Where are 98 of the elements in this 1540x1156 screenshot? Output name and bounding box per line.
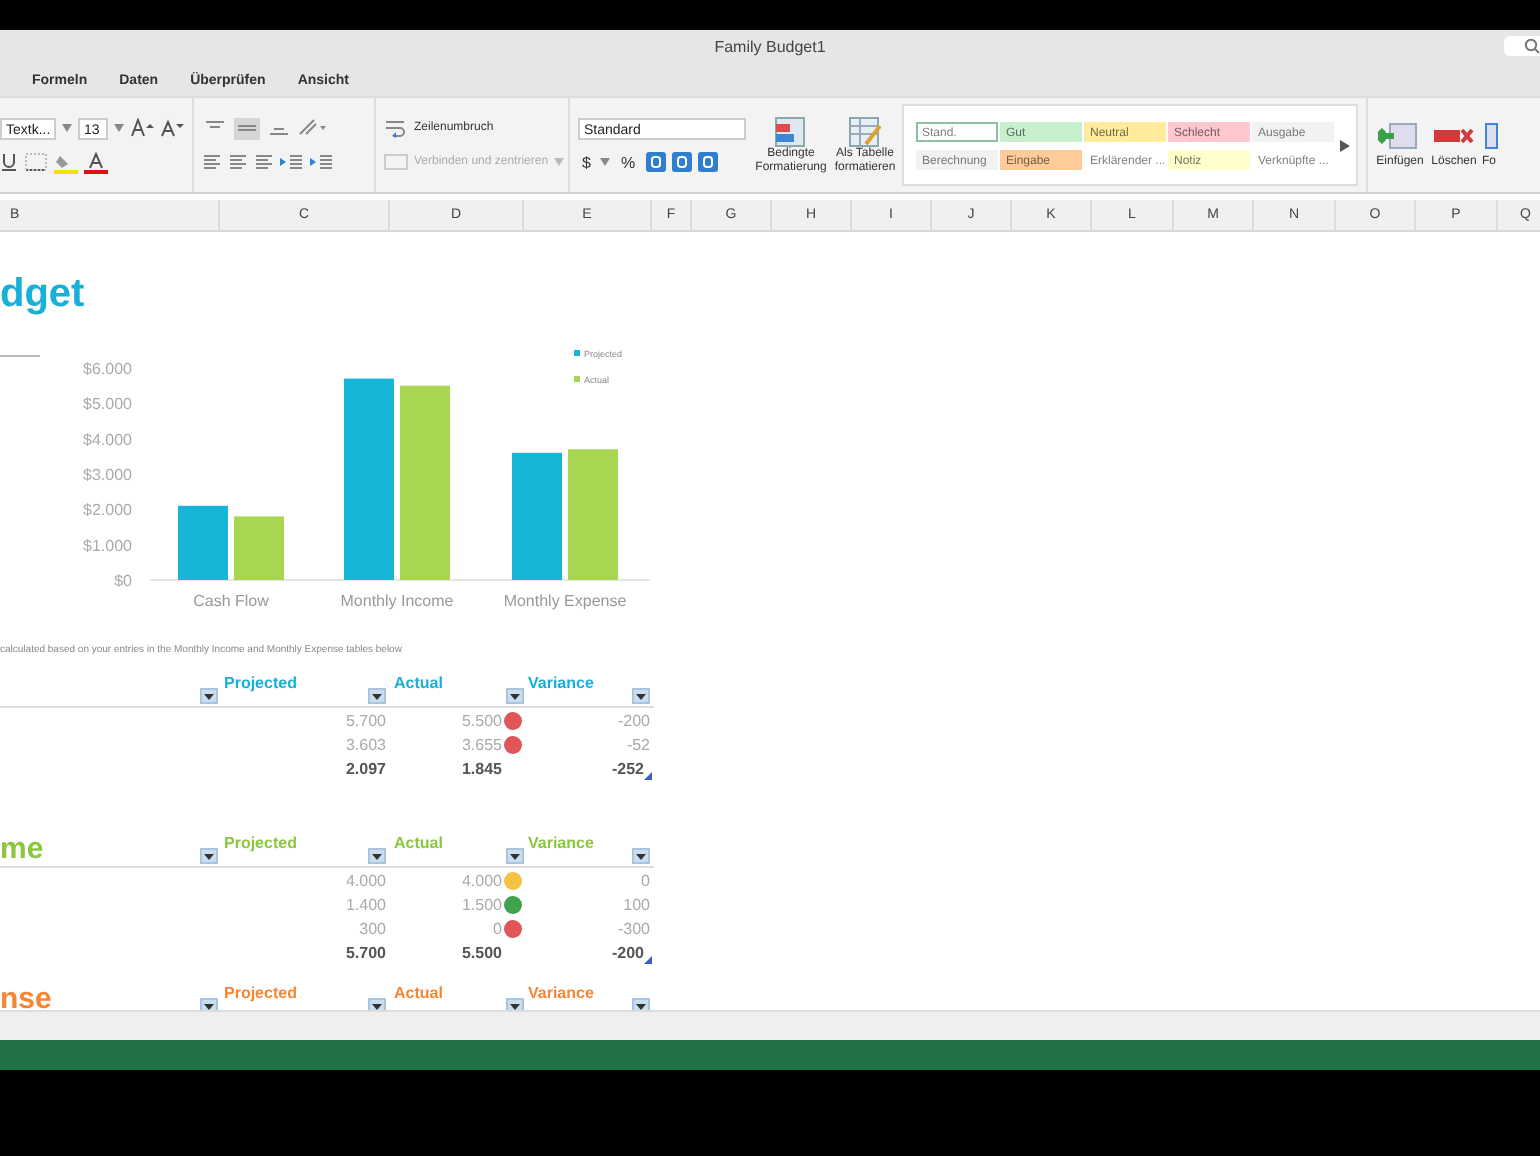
caret-icon (510, 693, 520, 699)
column-heading: Variance (528, 834, 594, 852)
table-title: nse (0, 984, 52, 1010)
table-cell: -300 (617, 919, 650, 937)
filter-button[interactable] (506, 688, 524, 704)
resize-handle-icon[interactable] (644, 772, 652, 780)
table-cell: -200 (617, 711, 650, 729)
window-title: Family Budget1 (714, 38, 826, 56)
indent-icon[interactable] (280, 154, 304, 170)
align-button[interactable] (234, 117, 260, 139)
table-pencil-icon (845, 115, 885, 148)
column-heading: Actual (394, 834, 443, 852)
table-cell: 300 (359, 919, 386, 937)
text-align-icon[interactable] (228, 154, 248, 170)
table-cell: 0 (641, 871, 650, 889)
table-cell: 1.500 (461, 895, 502, 913)
filter-button[interactable] (506, 998, 524, 1010)
vertical-align-icon (238, 120, 256, 136)
text-align-icon[interactable] (254, 154, 274, 170)
legend-swatch (574, 350, 580, 356)
caret-icon[interactable] (600, 158, 611, 166)
conditional-format-icon (771, 115, 811, 148)
table-cell: 4.000 (345, 871, 386, 889)
table-cell: 3.655 (461, 735, 502, 753)
decimal-icon[interactable] (645, 152, 666, 172)
caret-icon (510, 853, 520, 859)
format-cells-icon (1482, 121, 1498, 150)
table-cell: -200 (611, 944, 644, 962)
decimal-icon[interactable] (671, 152, 692, 172)
table-cell: -52 (626, 735, 650, 753)
column-heading: Projected (224, 984, 297, 1002)
filter-button[interactable] (632, 848, 650, 864)
horizontal-scrollbar[interactable] (0, 1010, 1540, 1040)
orientation-icon[interactable] (298, 118, 326, 138)
axis-label: $3.000 (83, 466, 132, 484)
legend-swatch (574, 376, 580, 382)
table-title: me (0, 834, 44, 864)
filter-button[interactable] (200, 848, 218, 864)
axis-label: $0 (114, 572, 132, 590)
axis-label: $2.000 (83, 501, 132, 520)
filter-button[interactable] (506, 848, 524, 864)
category-label: Monthly Expense (503, 592, 627, 610)
caret-icon (372, 693, 382, 699)
axis-label: $5.000 (83, 395, 132, 414)
table-cell: 0 (493, 919, 502, 937)
column-heading: Variance (528, 984, 594, 1002)
axis-label: $4.000 (83, 430, 132, 449)
border-icon[interactable] (24, 152, 48, 172)
table-cell: 100 (623, 895, 650, 913)
decimal-icon[interactable] (697, 152, 718, 172)
caret-icon (636, 853, 646, 859)
table-cell: 1.400 (345, 895, 386, 913)
search-icon (1524, 38, 1540, 54)
resize-handle-icon[interactable] (644, 956, 652, 964)
column-heading: Projected (224, 674, 297, 692)
underline-icon[interactable] (0, 152, 18, 172)
grow-font-icon[interactable] (130, 118, 154, 138)
fill-color-icon[interactable] (54, 151, 78, 173)
sheet-title: dget (0, 270, 87, 318)
column-heading: Variance (528, 674, 594, 692)
table-cell: 4.000 (461, 871, 502, 889)
table-cell: 3.603 (345, 735, 386, 753)
filter-button[interactable] (368, 998, 386, 1010)
caret-icon (372, 853, 382, 859)
shrink-font-icon[interactable] (160, 118, 184, 138)
column-heading: Actual (394, 984, 443, 1002)
table-cell: 5.700 (345, 944, 386, 962)
caret-icon (636, 693, 646, 699)
more-arrow-icon[interactable] (1340, 139, 1350, 151)
filter-button[interactable] (632, 998, 650, 1010)
font-color-icon[interactable] (84, 151, 108, 173)
table-cell: 5.500 (461, 944, 502, 962)
column-heading: Projected (224, 834, 297, 852)
table-cell: 5.500 (461, 711, 502, 729)
caret-icon[interactable] (62, 124, 72, 132)
insert-cells-icon (1378, 121, 1422, 150)
table-cell: 5.700 (345, 711, 386, 729)
table-cell: 2.097 (345, 760, 386, 778)
text-align-icon[interactable] (202, 154, 222, 170)
currency-button[interactable]: $ (578, 153, 595, 171)
table-cell: -252 (611, 760, 644, 778)
category-label: Cash Flow (193, 592, 269, 610)
caret-icon (204, 693, 214, 699)
filter-button[interactable] (368, 848, 386, 864)
filter-button[interactable] (632, 688, 650, 704)
category-label: Monthly Income (340, 592, 454, 610)
axis-label: $6.000 (83, 360, 132, 378)
filter-button[interactable] (200, 688, 218, 704)
filter-button[interactable] (200, 998, 218, 1010)
percent-button[interactable]: % (616, 153, 640, 171)
caret-icon (204, 853, 214, 859)
indent-icon[interactable] (310, 154, 334, 170)
caret-icon[interactable] (114, 124, 124, 132)
table-cell: 1.845 (461, 760, 502, 778)
column-heading: Actual (394, 674, 443, 692)
filter-button[interactable] (368, 688, 386, 704)
wrap-text-icon[interactable] (384, 119, 408, 137)
axis-label: $1.000 (83, 536, 132, 555)
